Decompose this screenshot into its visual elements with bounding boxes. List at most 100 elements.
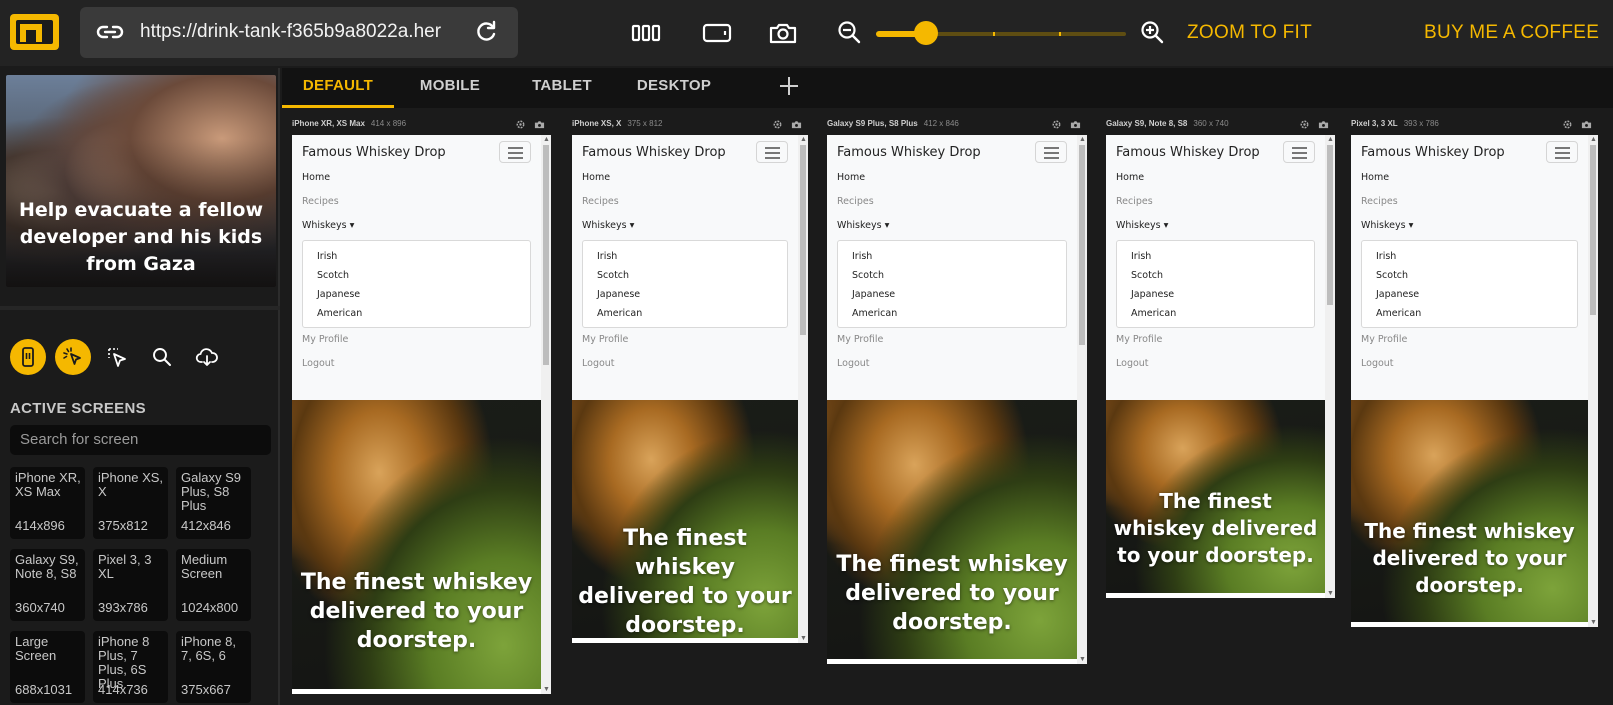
device-screen[interactable]: Famous Whiskey Drop Home Recipes Whiskey… (1351, 135, 1598, 627)
nav-logout[interactable]: Logout (1361, 358, 1394, 369)
nav-home[interactable]: Home (837, 172, 865, 183)
nav-logout[interactable]: Logout (582, 358, 615, 369)
device-screen[interactable]: Famous Whiskey Drop Home Recipes Whiskey… (827, 135, 1087, 664)
nav-logout[interactable]: Logout (1116, 358, 1149, 369)
tab-desktop[interactable]: DESKTOP (618, 68, 730, 108)
dropdown-item-american[interactable]: American (852, 308, 897, 319)
zoom-slider-thumb[interactable] (914, 21, 938, 45)
device-scrollbar[interactable]: ▲ ▼ (541, 135, 551, 694)
screen-chip[interactable]: iPhone XR, XS Max 414x896 (10, 467, 85, 539)
device-scrollbar[interactable]: ▲ ▼ (1325, 135, 1335, 598)
nav-logout[interactable]: Logout (302, 358, 335, 369)
camera-icon[interactable] (767, 18, 799, 48)
dropdown-item-irish[interactable]: Irish (1376, 251, 1396, 262)
nav-my-profile[interactable]: My Profile (837, 334, 883, 345)
hamburger-menu-icon[interactable] (1035, 141, 1067, 163)
screen-chip[interactable]: iPhone XS, X 375x812 (93, 467, 168, 539)
dropdown-item-scotch[interactable]: Scotch (1131, 270, 1163, 281)
nav-logout[interactable]: Logout (837, 358, 870, 369)
dropdown-item-irish[interactable]: Irish (597, 251, 617, 262)
url-input[interactable]: https://drink-tank-f365b9a8022a.her (140, 20, 470, 44)
sync-clicks-tool[interactable] (55, 339, 91, 375)
site-brand[interactable]: Famous Whiskey Drop (1361, 145, 1505, 160)
screen-chip[interactable]: iPhone 8 Plus, 7 Plus, 6S Plus 414x736 (93, 631, 168, 703)
zoom-slider[interactable] (876, 21, 1126, 45)
dropdown-item-scotch[interactable]: Scotch (597, 270, 629, 281)
tab-mobile[interactable]: MOBILE (394, 68, 506, 108)
nav-recipes[interactable]: Recipes (837, 196, 874, 207)
screen-chip[interactable]: Medium Screen 1024x800 (176, 549, 251, 621)
nav-recipes[interactable]: Recipes (582, 196, 619, 207)
gear-icon[interactable] (772, 119, 783, 130)
nav-home[interactable]: Home (582, 172, 610, 183)
nav-home[interactable]: Home (1116, 172, 1144, 183)
device-scrollbar[interactable]: ▲ ▼ (1077, 135, 1087, 664)
dropdown-item-japanese[interactable]: Japanese (1131, 289, 1174, 300)
device-screen[interactable]: Famous Whiskey Drop Home Recipes Whiskey… (572, 135, 808, 643)
dropdown-item-american[interactable]: American (1131, 308, 1176, 319)
hamburger-menu-icon[interactable] (499, 141, 531, 163)
dropdown-item-irish[interactable]: Irish (852, 251, 872, 262)
tab-default[interactable]: DEFAULT (282, 68, 394, 108)
nav-my-profile[interactable]: My Profile (1361, 334, 1407, 345)
gear-icon[interactable] (515, 119, 526, 130)
gear-icon[interactable] (1299, 119, 1310, 130)
dropdown-item-japanese[interactable]: Japanese (317, 289, 360, 300)
dropdown-item-american[interactable]: American (1376, 308, 1421, 319)
nav-home[interactable]: Home (1361, 172, 1389, 183)
site-brand[interactable]: Famous Whiskey Drop (1116, 145, 1260, 160)
nav-whiskeys[interactable]: Whiskeys ▾ (302, 220, 354, 231)
screen-chip[interactable]: Pixel 3, 3 XL 393x786 (93, 549, 168, 621)
camera-icon[interactable] (1581, 119, 1592, 130)
dropdown-item-american[interactable]: American (597, 308, 642, 319)
nav-recipes[interactable]: Recipes (1361, 196, 1398, 207)
dropdown-item-japanese[interactable]: Japanese (1376, 289, 1419, 300)
nav-my-profile[interactable]: My Profile (302, 334, 348, 345)
hamburger-menu-icon[interactable] (1546, 141, 1578, 163)
device-mirror-tool[interactable] (10, 339, 46, 375)
dropdown-item-scotch[interactable]: Scotch (1376, 270, 1408, 281)
dropdown-item-japanese[interactable]: Japanese (597, 289, 640, 300)
zoom-out-icon[interactable] (834, 18, 866, 48)
dropdown-item-scotch[interactable]: Scotch (317, 270, 349, 281)
gear-icon[interactable] (1562, 119, 1573, 130)
buy-me-a-coffee-link[interactable]: BUY ME A COFFEE (1424, 22, 1599, 44)
nav-recipes[interactable]: Recipes (302, 196, 339, 207)
dropdown-item-scotch[interactable]: Scotch (852, 270, 884, 281)
screen-chip[interactable]: Large Screen 688x1031 (10, 631, 85, 703)
gaza-evacuation-banner[interactable]: Help evacuate a fellow developer and his… (6, 75, 276, 287)
zoom-in-icon[interactable] (1137, 18, 1169, 48)
tab-tablet[interactable]: TABLET (506, 68, 618, 108)
dropdown-item-american[interactable]: American (317, 308, 362, 319)
dropdown-item-japanese[interactable]: Japanese (852, 289, 895, 300)
camera-icon[interactable] (1070, 119, 1081, 130)
nav-whiskeys[interactable]: Whiskeys ▾ (837, 220, 889, 231)
cloud-download-tool[interactable] (189, 339, 225, 375)
hamburger-menu-icon[interactable] (1283, 141, 1315, 163)
search-tool[interactable] (144, 339, 180, 375)
zoom-to-fit-button[interactable]: ZOOM TO FIT (1187, 22, 1312, 44)
reload-icon[interactable] (473, 19, 499, 45)
camera-icon[interactable] (791, 119, 802, 130)
nav-whiskeys[interactable]: Whiskeys ▾ (1361, 220, 1413, 231)
device-scrollbar[interactable]: ▲ ▼ (1588, 135, 1598, 627)
camera-icon[interactable] (534, 119, 545, 130)
nav-home[interactable]: Home (302, 172, 330, 183)
site-brand[interactable]: Famous Whiskey Drop (302, 145, 446, 160)
nav-my-profile[interactable]: My Profile (582, 334, 628, 345)
rotate-device-icon[interactable] (701, 18, 733, 48)
device-screen[interactable]: Famous Whiskey Drop Home Recipes Whiskey… (292, 135, 551, 694)
nav-whiskeys[interactable]: Whiskeys ▾ (582, 220, 634, 231)
columns-layout-icon[interactable] (630, 18, 662, 48)
nav-my-profile[interactable]: My Profile (1116, 334, 1162, 345)
app-logo[interactable] (10, 14, 59, 50)
site-brand[interactable]: Famous Whiskey Drop (837, 145, 981, 160)
dropdown-item-irish[interactable]: Irish (317, 251, 337, 262)
nav-recipes[interactable]: Recipes (1116, 196, 1153, 207)
device-scrollbar[interactable]: ▲ ▼ (798, 135, 808, 643)
camera-icon[interactable] (1318, 119, 1329, 130)
nav-whiskeys[interactable]: Whiskeys ▾ (1116, 220, 1168, 231)
gear-icon[interactable] (1051, 119, 1062, 130)
screen-search-input[interactable]: Search for screen (10, 425, 271, 455)
screen-chip[interactable]: iPhone 8, 7, 6S, 6 375x667 (176, 631, 251, 703)
